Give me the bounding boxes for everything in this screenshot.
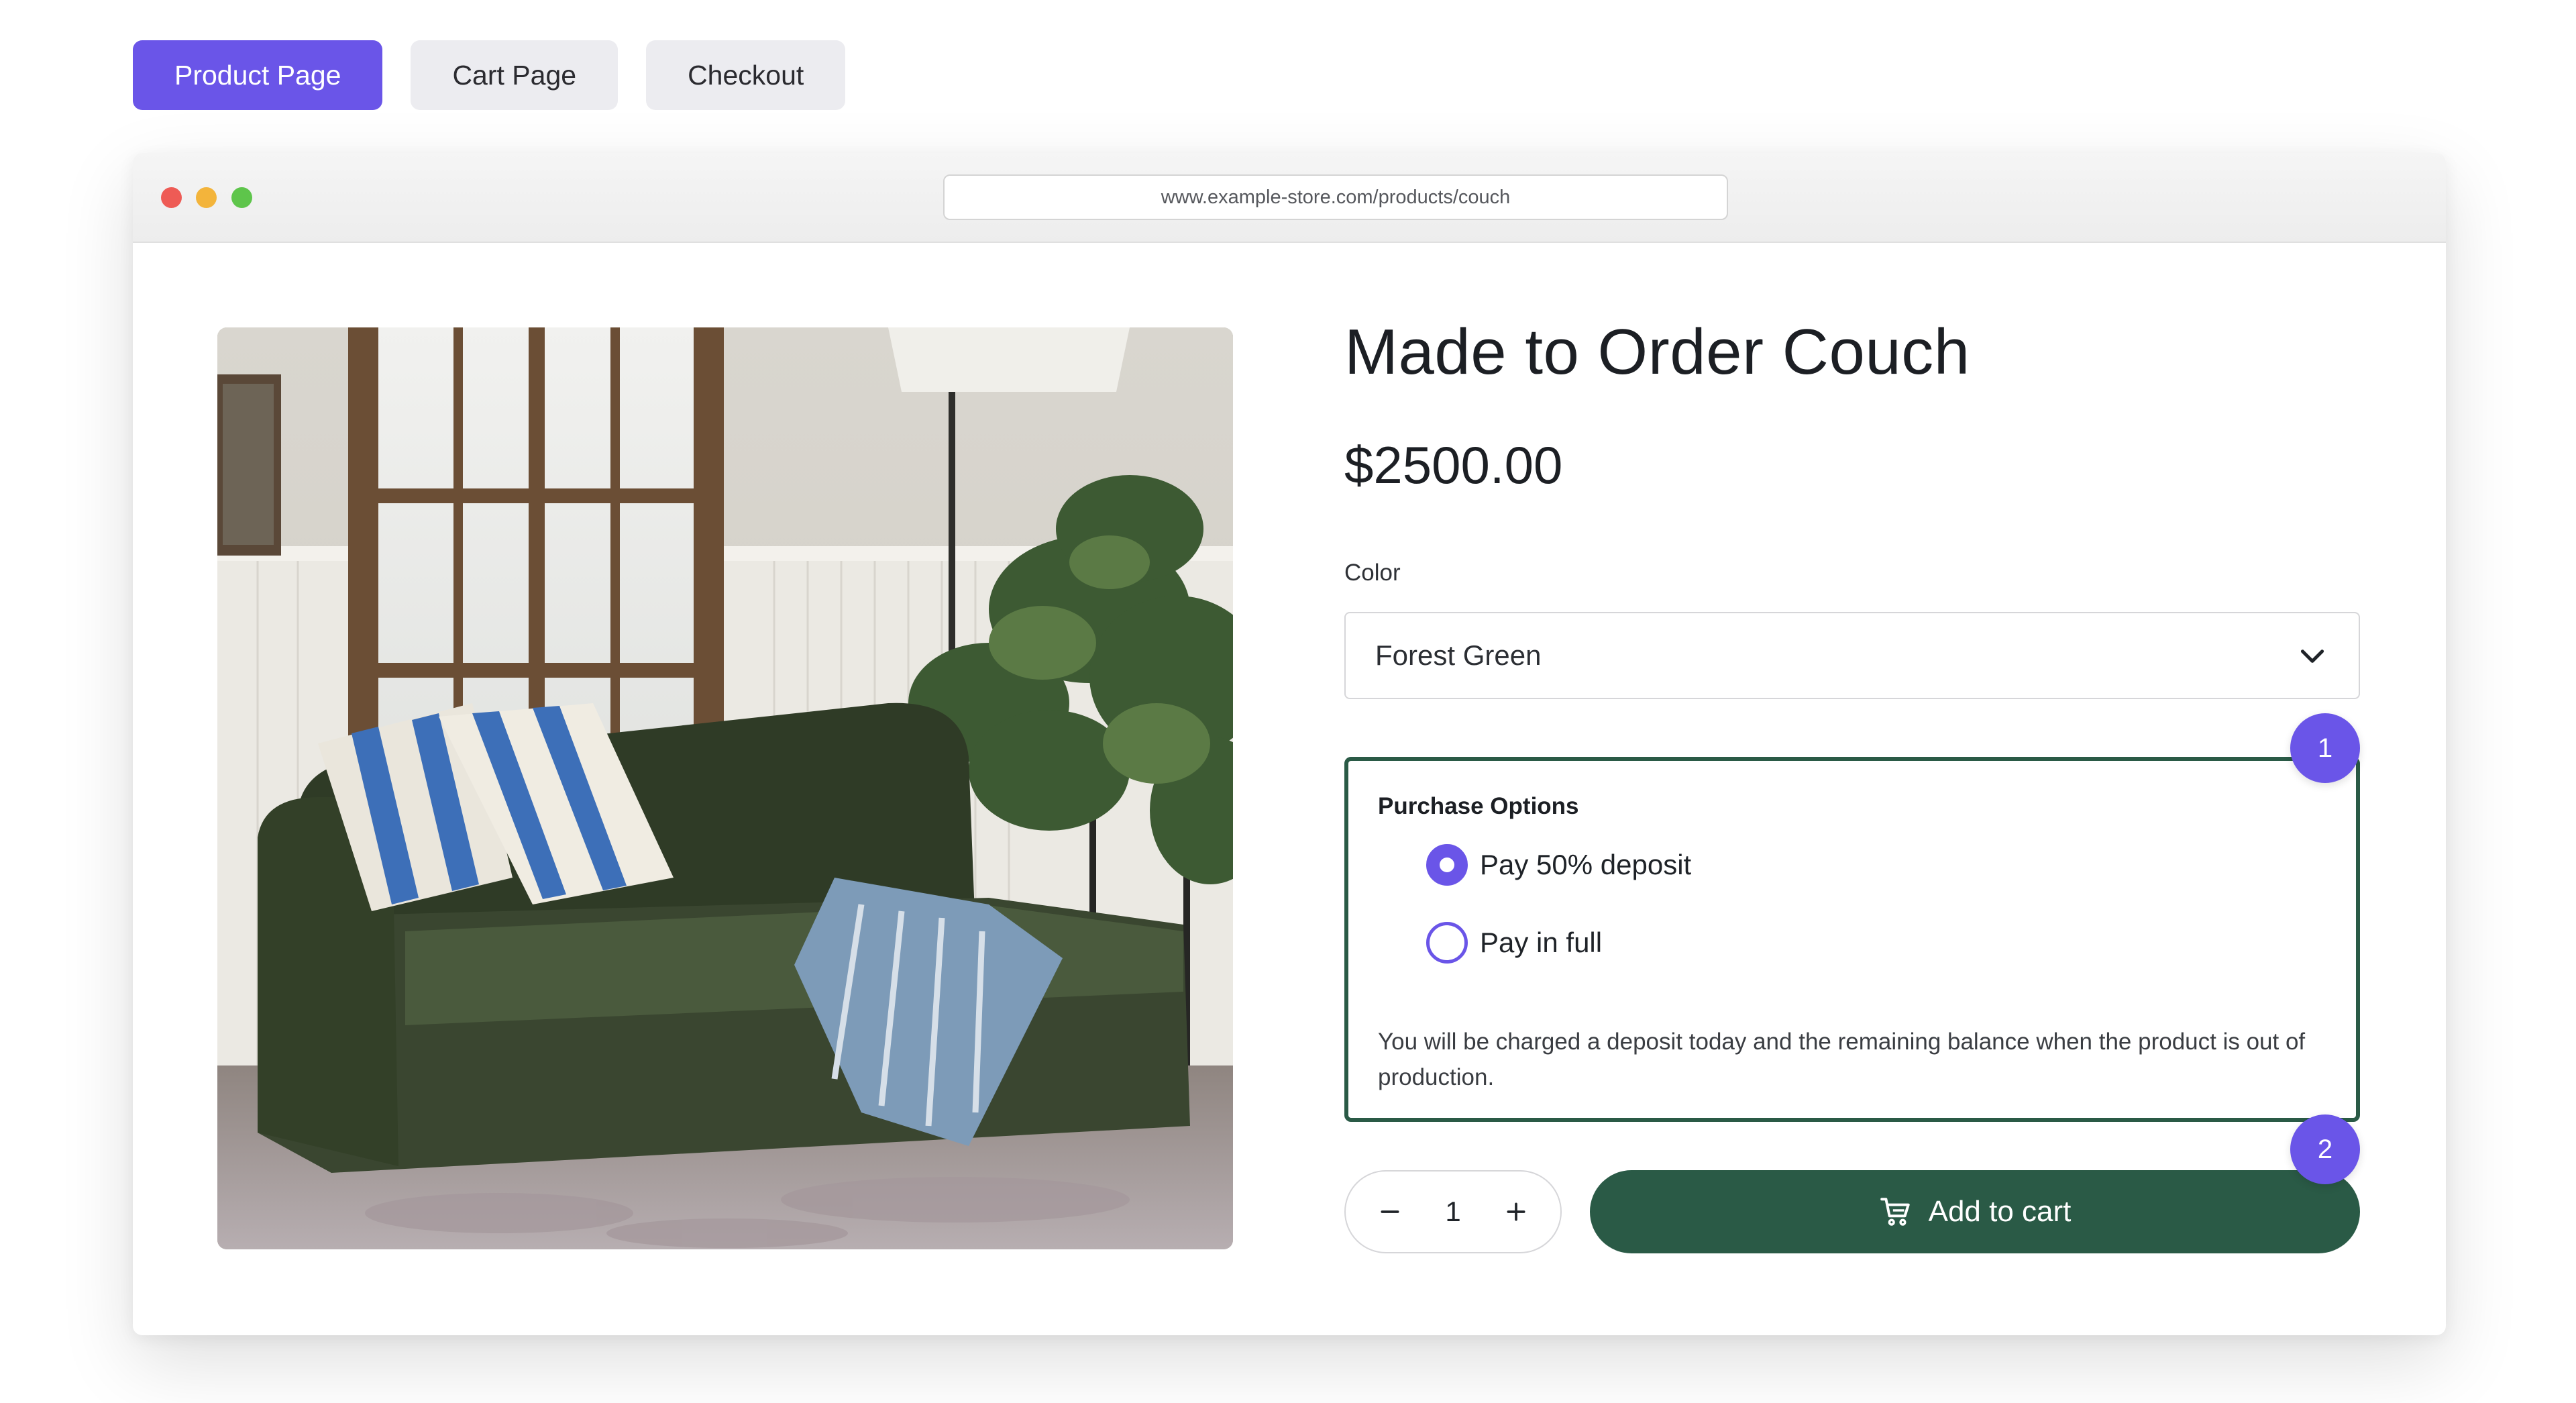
quantity-stepper: 1 xyxy=(1344,1170,1562,1253)
couch-photo-icon xyxy=(217,327,1233,1249)
color-select-value: Forest Green xyxy=(1375,639,1542,671)
option-pay-deposit[interactable]: Pay 50% deposit xyxy=(1426,844,1691,886)
minimize-window-icon[interactable] xyxy=(196,187,217,208)
minus-icon xyxy=(1381,1210,1399,1213)
option-pay-in-full-label: Pay in full xyxy=(1480,927,1603,958)
product-image xyxy=(217,327,1233,1249)
option-pay-deposit-label: Pay 50% deposit xyxy=(1480,849,1692,880)
quantity-value[interactable]: 1 xyxy=(1445,1196,1460,1228)
decrement-button[interactable] xyxy=(1371,1193,1409,1231)
tab-checkout[interactable]: Checkout xyxy=(646,40,846,110)
color-label: Color xyxy=(1344,560,1401,586)
step-badge-1: 1 xyxy=(2290,713,2360,783)
radio-pay-in-full[interactable] xyxy=(1426,922,1468,964)
close-window-icon[interactable] xyxy=(161,187,182,208)
increment-button[interactable] xyxy=(1497,1193,1535,1231)
maximize-window-icon[interactable] xyxy=(231,187,252,208)
color-select[interactable]: Forest Green xyxy=(1344,612,2360,699)
add-to-cart-label: Add to cart xyxy=(1928,1195,2072,1228)
purchase-options-panel: Purchase Options Pay 50% deposit Pay in … xyxy=(1344,757,2360,1122)
address-bar[interactable]: www.example-store.com/products/couch xyxy=(943,174,1728,220)
tab-cart-page[interactable]: Cart Page xyxy=(411,40,619,110)
page-tabs: Product Page Cart Page Checkout xyxy=(133,40,846,110)
option-pay-in-full[interactable]: Pay in full xyxy=(1426,922,1602,964)
browser-titlebar: www.example-store.com/products/couch xyxy=(133,153,2446,243)
tab-product-page[interactable]: Product Page xyxy=(133,40,383,110)
product-title: Made to Order Couch xyxy=(1344,316,1970,388)
radio-pay-deposit[interactable] xyxy=(1426,844,1468,886)
browser-window: www.example-store.com/products/couch Mad… xyxy=(133,153,2446,1335)
purchase-options-title: Purchase Options xyxy=(1378,793,1579,819)
chevron-down-icon xyxy=(2300,649,2324,663)
step-badge-2: 2 xyxy=(2290,1114,2360,1184)
purchase-options-note: You will be charged a deposit today and … xyxy=(1378,1029,2306,1090)
add-to-cart-button[interactable]: Add to cart xyxy=(1590,1170,2360,1253)
product-price: $2500.00 xyxy=(1344,435,1563,495)
plus-icon xyxy=(1507,1202,1525,1221)
cart-icon xyxy=(1880,1198,1910,1226)
